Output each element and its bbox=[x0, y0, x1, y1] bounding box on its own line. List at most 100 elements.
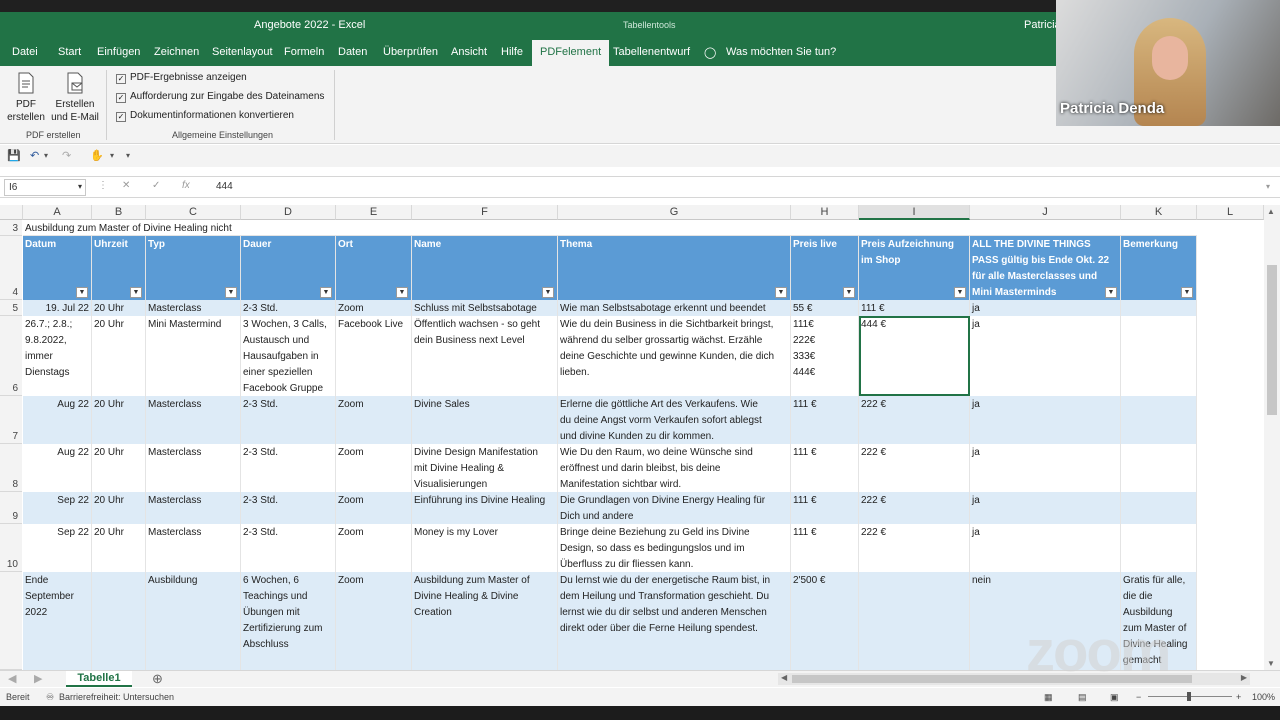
column-header-b[interactable]: B bbox=[92, 205, 146, 220]
zoom-level[interactable]: 100% bbox=[1252, 692, 1275, 702]
option-convert-docinfo[interactable]: ✓ Dokumentinformationen konvertieren bbox=[116, 110, 294, 122]
tab-einfuegen[interactable]: Einfügen bbox=[97, 46, 140, 58]
table-cell[interactable]: Facebook Live bbox=[336, 316, 412, 396]
table-cell[interactable]: 111€ 222€ 333€ 444€ bbox=[791, 316, 859, 396]
table-cell[interactable]: Die Grundlagen von Divine Energy Healing… bbox=[558, 492, 791, 524]
prev-sheet-icon[interactable]: ◀ bbox=[8, 672, 16, 685]
table-cell[interactable]: Erlerne die göttliche Art des Verkaufens… bbox=[558, 396, 791, 444]
tab-hilfe[interactable]: Hilfe bbox=[501, 46, 523, 58]
table-cell[interactable]: Schluss mit Selbstsabotage bbox=[412, 300, 558, 316]
row-header[interactable]: 8 bbox=[0, 444, 22, 492]
table-cell[interactable]: 222 € bbox=[859, 524, 970, 572]
header-preis-live[interactable]: Preis live ▼ bbox=[791, 236, 859, 300]
page-layout-icon[interactable]: ▤ bbox=[1078, 692, 1087, 703]
table-cell[interactable]: 20 Uhr bbox=[92, 316, 146, 396]
option-show-results[interactable]: ✓ PDF-Ergebnisse anzeigen bbox=[116, 72, 247, 84]
table-cell[interactable]: Ende September 2022 bbox=[23, 572, 92, 670]
tab-start[interactable]: Start bbox=[58, 46, 81, 58]
tab-ansicht[interactable]: Ansicht bbox=[451, 46, 487, 58]
header-typ[interactable]: Typ ▼ bbox=[146, 236, 241, 300]
table-cell[interactable]: ja bbox=[970, 316, 1121, 396]
table-cell[interactable]: Öffentlich wachsen - so geht dein Busine… bbox=[412, 316, 558, 396]
zoom-in-icon[interactable]: + bbox=[1236, 692, 1241, 702]
tab-formeln[interactable]: Formeln bbox=[284, 46, 324, 58]
column-header-g[interactable]: G bbox=[558, 205, 791, 220]
row-header[interactable]: 4 bbox=[0, 236, 22, 300]
filter-dropdown-icon[interactable]: ▼ bbox=[320, 287, 332, 298]
table-cell[interactable]: Zoom bbox=[336, 524, 412, 572]
table-cell[interactable]: ja bbox=[970, 524, 1121, 572]
customize-qat-icon[interactable]: ▾ bbox=[126, 151, 130, 160]
table-cell[interactable]: Divine Sales bbox=[412, 396, 558, 444]
header-bemerkung[interactable]: Bemerkung ▼ bbox=[1121, 236, 1197, 300]
header-ort[interactable]: Ort ▼ bbox=[336, 236, 412, 300]
scroll-right-icon[interactable]: ▶ bbox=[1241, 673, 1247, 682]
header-preis-aufzeichnung[interactable]: Preis Aufzeichnung im Shop ▼ bbox=[859, 236, 970, 300]
table-cell[interactable]: 111 € bbox=[791, 492, 859, 524]
expand-formula-icon[interactable]: ▾ bbox=[1266, 182, 1270, 191]
table-cell[interactable]: 222 € bbox=[859, 444, 970, 492]
table-cell[interactable]: 111 € bbox=[859, 300, 970, 316]
row-header[interactable]: 7 bbox=[0, 396, 22, 444]
table-cell[interactable]: 20 Uhr bbox=[92, 396, 146, 444]
table-cell[interactable]: ja bbox=[970, 300, 1121, 316]
table-cell[interactable]: Sep 22 bbox=[23, 492, 92, 524]
next-sheet-icon[interactable]: ▶ bbox=[34, 672, 42, 685]
tab-seitenlayout[interactable]: Seitenlayout bbox=[212, 46, 273, 58]
table-cell[interactable]: 2-3 Std. bbox=[241, 300, 336, 316]
table-cell[interactable]: Masterclass bbox=[146, 524, 241, 572]
cancel-icon[interactable]: ✕ bbox=[122, 180, 130, 191]
undo-icon[interactable]: ↶ bbox=[30, 149, 39, 162]
table-cell[interactable]: Wie Du den Raum, wo deine Wünsche sind e… bbox=[558, 444, 791, 492]
tab-datei[interactable]: Datei bbox=[12, 46, 38, 58]
table-cell[interactable]: Du lernst wie du der energetische Raum b… bbox=[558, 572, 791, 670]
table-cell[interactable]: 111 € bbox=[791, 444, 859, 492]
column-header-k[interactable]: K bbox=[1121, 205, 1197, 220]
table-cell[interactable]: 2-3 Std. bbox=[241, 396, 336, 444]
table-cell[interactable]: 2-3 Std. bbox=[241, 492, 336, 524]
option-ask-filename[interactable]: ✓ Aufforderung zur Eingabe des Dateinamen… bbox=[116, 91, 324, 103]
row-header[interactable]: 10 bbox=[0, 524, 22, 572]
scroll-up-icon[interactable]: ▲ bbox=[1267, 207, 1275, 216]
column-header-a[interactable]: A bbox=[23, 205, 92, 220]
create-email-button[interactable]: Erstellen und E-Mail bbox=[50, 72, 100, 124]
formula-input[interactable]: 444 bbox=[216, 181, 233, 192]
filter-dropdown-icon[interactable]: ▼ bbox=[396, 287, 408, 298]
table-cell[interactable]: Aug 22 bbox=[23, 444, 92, 492]
table-cell[interactable] bbox=[859, 572, 970, 670]
table-cell[interactable]: 20 Uhr bbox=[92, 492, 146, 524]
row-header[interactable]: 6 bbox=[0, 316, 22, 396]
zoom-out-icon[interactable]: − bbox=[1136, 692, 1141, 702]
table-cell[interactable]: 19. Jul 22 bbox=[23, 300, 92, 316]
table-cell[interactable]: ja bbox=[970, 444, 1121, 492]
table-cell[interactable]: Ausbildung zum Master of Divine Healing … bbox=[412, 572, 558, 670]
column-header-e[interactable]: E bbox=[336, 205, 412, 220]
table-cell[interactable]: Einführung ins Divine Healing bbox=[412, 492, 558, 524]
row-header[interactable]: 5 bbox=[0, 300, 22, 316]
table-cell[interactable]: 111 € bbox=[791, 524, 859, 572]
table-cell[interactable]: Ausbildung bbox=[146, 572, 241, 670]
tab-tabellenentwurf[interactable]: Tabellenentwurf bbox=[613, 46, 690, 58]
touch-mode-icon[interactable]: ✋ bbox=[90, 149, 104, 162]
tell-me-search[interactable]: Was möchten Sie tun? bbox=[726, 46, 836, 58]
filter-dropdown-icon[interactable]: ▼ bbox=[775, 287, 787, 298]
row-header[interactable]: 3 bbox=[0, 220, 22, 236]
add-sheet-icon[interactable]: ⊕ bbox=[152, 671, 163, 687]
vertical-scrollbar[interactable]: ▲ ▼ bbox=[1264, 205, 1280, 670]
table-cell[interactable]: Zoom bbox=[336, 492, 412, 524]
scroll-thumb[interactable] bbox=[1267, 265, 1277, 415]
table-cell[interactable]: 111 € bbox=[791, 396, 859, 444]
table-cell[interactable]: Zoom bbox=[336, 300, 412, 316]
column-header-j[interactable]: J bbox=[970, 205, 1121, 220]
filter-dropdown-icon[interactable]: ▼ bbox=[1105, 287, 1117, 298]
table-cell[interactable] bbox=[1121, 396, 1197, 444]
create-pdf-button[interactable]: PDF erstellen bbox=[6, 72, 46, 124]
undo-dropdown-icon[interactable]: ▾ bbox=[44, 151, 48, 160]
table-cell[interactable] bbox=[1121, 444, 1197, 492]
table-cell[interactable]: Masterclass bbox=[146, 300, 241, 316]
table-cell[interactable]: Wie man Selbstsabotage erkennt und beend… bbox=[558, 300, 791, 316]
filter-dropdown-icon[interactable]: ▼ bbox=[225, 287, 237, 298]
table-cell[interactable]: 222 € bbox=[859, 396, 970, 444]
table-cell[interactable] bbox=[1121, 316, 1197, 396]
name-box[interactable]: I6 ▾ bbox=[4, 179, 86, 196]
